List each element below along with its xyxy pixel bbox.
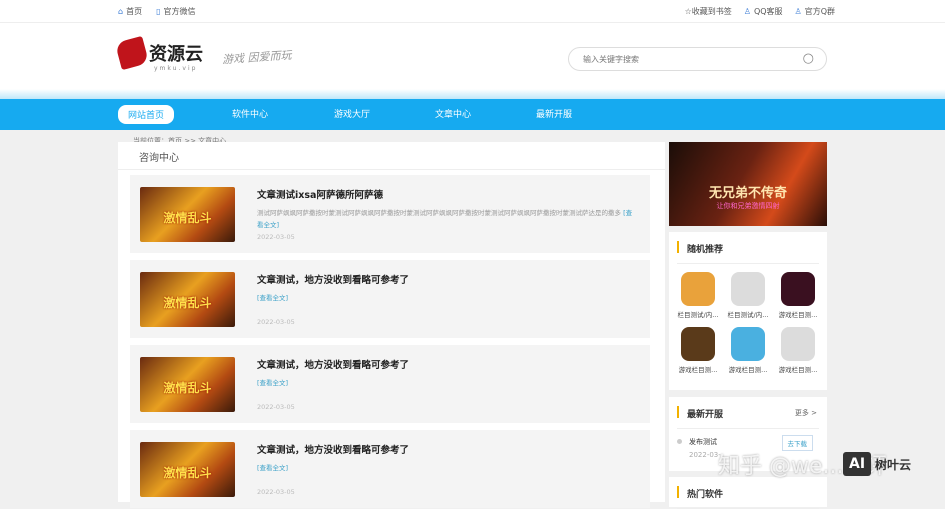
app-icon[interactable] bbox=[681, 327, 715, 361]
brand-name: 树叶云 bbox=[875, 457, 912, 472]
panel-title: 随机推荐 bbox=[677, 232, 819, 264]
app-icon[interactable] bbox=[781, 327, 815, 361]
read-more-link[interactable]: [查看全文] bbox=[257, 464, 288, 472]
app-icon[interactable] bbox=[731, 327, 765, 361]
phone-icon: ▯ bbox=[156, 7, 161, 16]
home-link[interactable]: ⌂ 首页 bbox=[118, 6, 142, 17]
header: 资源云 ymku.vip 游戏 因爱而玩 输入关键字搜索 ○ bbox=[0, 23, 945, 89]
main-nav: 网站首页 软件中心 游戏大厅 文章中心 最新开服 bbox=[0, 99, 945, 130]
article-thumbnail[interactable]: 激情乱斗 bbox=[140, 442, 235, 497]
app-name: 游戏栏目测... bbox=[778, 311, 818, 319]
article-date: 2022-03-05 bbox=[257, 488, 295, 496]
app-icon[interactable] bbox=[731, 272, 765, 306]
app-icon[interactable] bbox=[781, 272, 815, 306]
logo-text: 资源云 bbox=[149, 44, 203, 65]
qq-group-link[interactable]: ♙ 官方Q群 bbox=[795, 6, 835, 17]
bookmark-label: 收藏到书签 bbox=[691, 7, 732, 16]
app-item[interactable]: 游戏栏目测... bbox=[723, 327, 773, 374]
app-name: 栏目测试/内... bbox=[677, 311, 719, 319]
read-more-link[interactable]: [查看全文] bbox=[257, 379, 288, 387]
panel-title: 热门软件 bbox=[677, 477, 819, 509]
nav-games[interactable]: 游戏大厅 bbox=[334, 107, 370, 120]
slogan: 游戏 因爱而玩 bbox=[221, 48, 292, 67]
qq-group-label: 官方Q群 bbox=[804, 7, 835, 16]
article-desc: 测试阿萨飒飒阿萨撒按时蒙测试阿萨飒飒阿萨撒按时蒙测试阿萨飒飒阿萨撒按时蒙测试阿萨… bbox=[257, 209, 621, 217]
app-name: 游戏栏目测... bbox=[778, 366, 818, 374]
article-date: 2022-03-05 bbox=[257, 403, 295, 411]
app-name: 游戏栏目测... bbox=[678, 366, 718, 374]
logo[interactable]: 资源云 ymku.vip bbox=[114, 35, 203, 72]
user-icon: ♙ bbox=[743, 7, 751, 16]
bookmark-link[interactable]: ☆收藏到书签 bbox=[685, 6, 732, 17]
wave-divider bbox=[0, 89, 945, 99]
search-input[interactable]: 输入关键字搜索 ○ bbox=[568, 47, 827, 71]
random-recommend-panel: 随机推荐 栏目测试/内... 栏目测试/内... 游戏栏目测... 游戏栏目测... 游… bbox=[669, 232, 827, 390]
panel-title-text: 最新开服 bbox=[687, 410, 724, 420]
hot-software-panel: 热门软件 bbox=[669, 477, 827, 509]
ad-banner[interactable]: 无兄弟不传奇 让你和兄弟激情四射 bbox=[669, 142, 827, 226]
nav-software[interactable]: 软件中心 bbox=[232, 107, 268, 120]
article-title[interactable]: 文章测试，地方没收到看略可参考了 bbox=[257, 442, 409, 456]
article-title[interactable]: 文章测试，地方没收到看略可参考了 bbox=[257, 357, 409, 371]
app-name: 栏目测试/内... bbox=[727, 311, 769, 319]
nav-servers[interactable]: 最新开服 bbox=[536, 107, 572, 120]
search-placeholder: 输入关键字搜索 bbox=[583, 55, 639, 64]
article-title[interactable]: 文章测试ixsa阿萨德所阿萨德 bbox=[257, 187, 383, 201]
app-name: 游戏栏目测... bbox=[728, 366, 768, 374]
app-icon[interactable] bbox=[681, 272, 715, 306]
app-item[interactable]: 游戏栏目测... bbox=[673, 327, 723, 374]
wechat-link[interactable]: ▯ 官方微信 bbox=[156, 6, 195, 17]
timeline-dot bbox=[677, 439, 682, 444]
list-item[interactable]: 激情乱斗 文章测试，地方没收到看略可参考了 [查看全文] 2022-03-05 bbox=[130, 345, 650, 423]
article-date: 2022-03-05 bbox=[257, 318, 295, 326]
nav-articles[interactable]: 文章中心 bbox=[435, 107, 471, 120]
article-title[interactable]: 文章测试，地方没收到看略可参考了 bbox=[257, 272, 409, 286]
section-title: 咨询中心 bbox=[118, 142, 665, 170]
logo-icon bbox=[114, 35, 150, 71]
app-item[interactable]: 游戏栏目测... bbox=[773, 272, 823, 319]
read-more-link[interactable]: [查看全文] bbox=[257, 294, 288, 302]
list-item[interactable]: 激情乱斗 文章测试ixsa阿萨德所阿萨德 测试阿萨飒飒阿萨撒按时蒙测试阿萨飒飒阿… bbox=[130, 175, 650, 253]
home-label: 首页 bbox=[126, 7, 143, 16]
more-link[interactable]: 更多 > bbox=[795, 408, 817, 418]
article-date: 2022-03-05 bbox=[257, 233, 295, 241]
top-bar: ⌂ 首页 ▯ 官方微信 ☆收藏到书签 ♙ QQ客服 ♙ 官方Q群 bbox=[0, 0, 945, 23]
article-thumbnail[interactable]: 激情乱斗 bbox=[140, 272, 235, 327]
article-list: 咨询中心 激情乱斗 文章测试ixsa阿萨德所阿萨德 测试阿萨飒飒阿萨撒按时蒙测试… bbox=[118, 142, 665, 508]
user-icon: ♙ bbox=[794, 7, 802, 16]
list-item[interactable]: 激情乱斗 文章测试，地方没收到看略可参考了 [查看全文] 2022-03-05 bbox=[130, 430, 650, 508]
app-item[interactable]: 栏目测试/内... bbox=[723, 272, 773, 319]
qq-service-label: QQ客服 bbox=[753, 7, 783, 16]
article-thumbnail[interactable]: 激情乱斗 bbox=[140, 187, 235, 242]
brand-watermark: AI 树叶云 bbox=[843, 452, 911, 476]
list-item[interactable]: 激情乱斗 文章测试，地方没收到看略可参考了 [查看全文] 2022-03-05 bbox=[130, 260, 650, 338]
home-icon: ⌂ bbox=[118, 7, 124, 16]
wechat-label: 官方微信 bbox=[163, 7, 196, 16]
banner-subtitle: 让你和兄弟激情四射 bbox=[716, 202, 780, 210]
app-item[interactable]: 游戏栏目测... bbox=[773, 327, 823, 374]
banner-title: 无兄弟不传奇 bbox=[708, 186, 787, 201]
panel-title: 最新开服 更多 > bbox=[677, 397, 819, 429]
nav-home[interactable]: 网站首页 bbox=[118, 105, 175, 124]
search-icon[interactable]: ○ bbox=[803, 51, 814, 66]
app-item[interactable]: 栏目测试/内... bbox=[673, 272, 723, 319]
article-thumbnail[interactable]: 激情乱斗 bbox=[140, 357, 235, 412]
qq-service-link[interactable]: ♙ QQ客服 bbox=[744, 6, 783, 17]
logo-sub: ymku.vip bbox=[154, 65, 198, 72]
ai-logo: AI bbox=[843, 452, 872, 476]
star-icon: ☆ bbox=[684, 7, 692, 16]
